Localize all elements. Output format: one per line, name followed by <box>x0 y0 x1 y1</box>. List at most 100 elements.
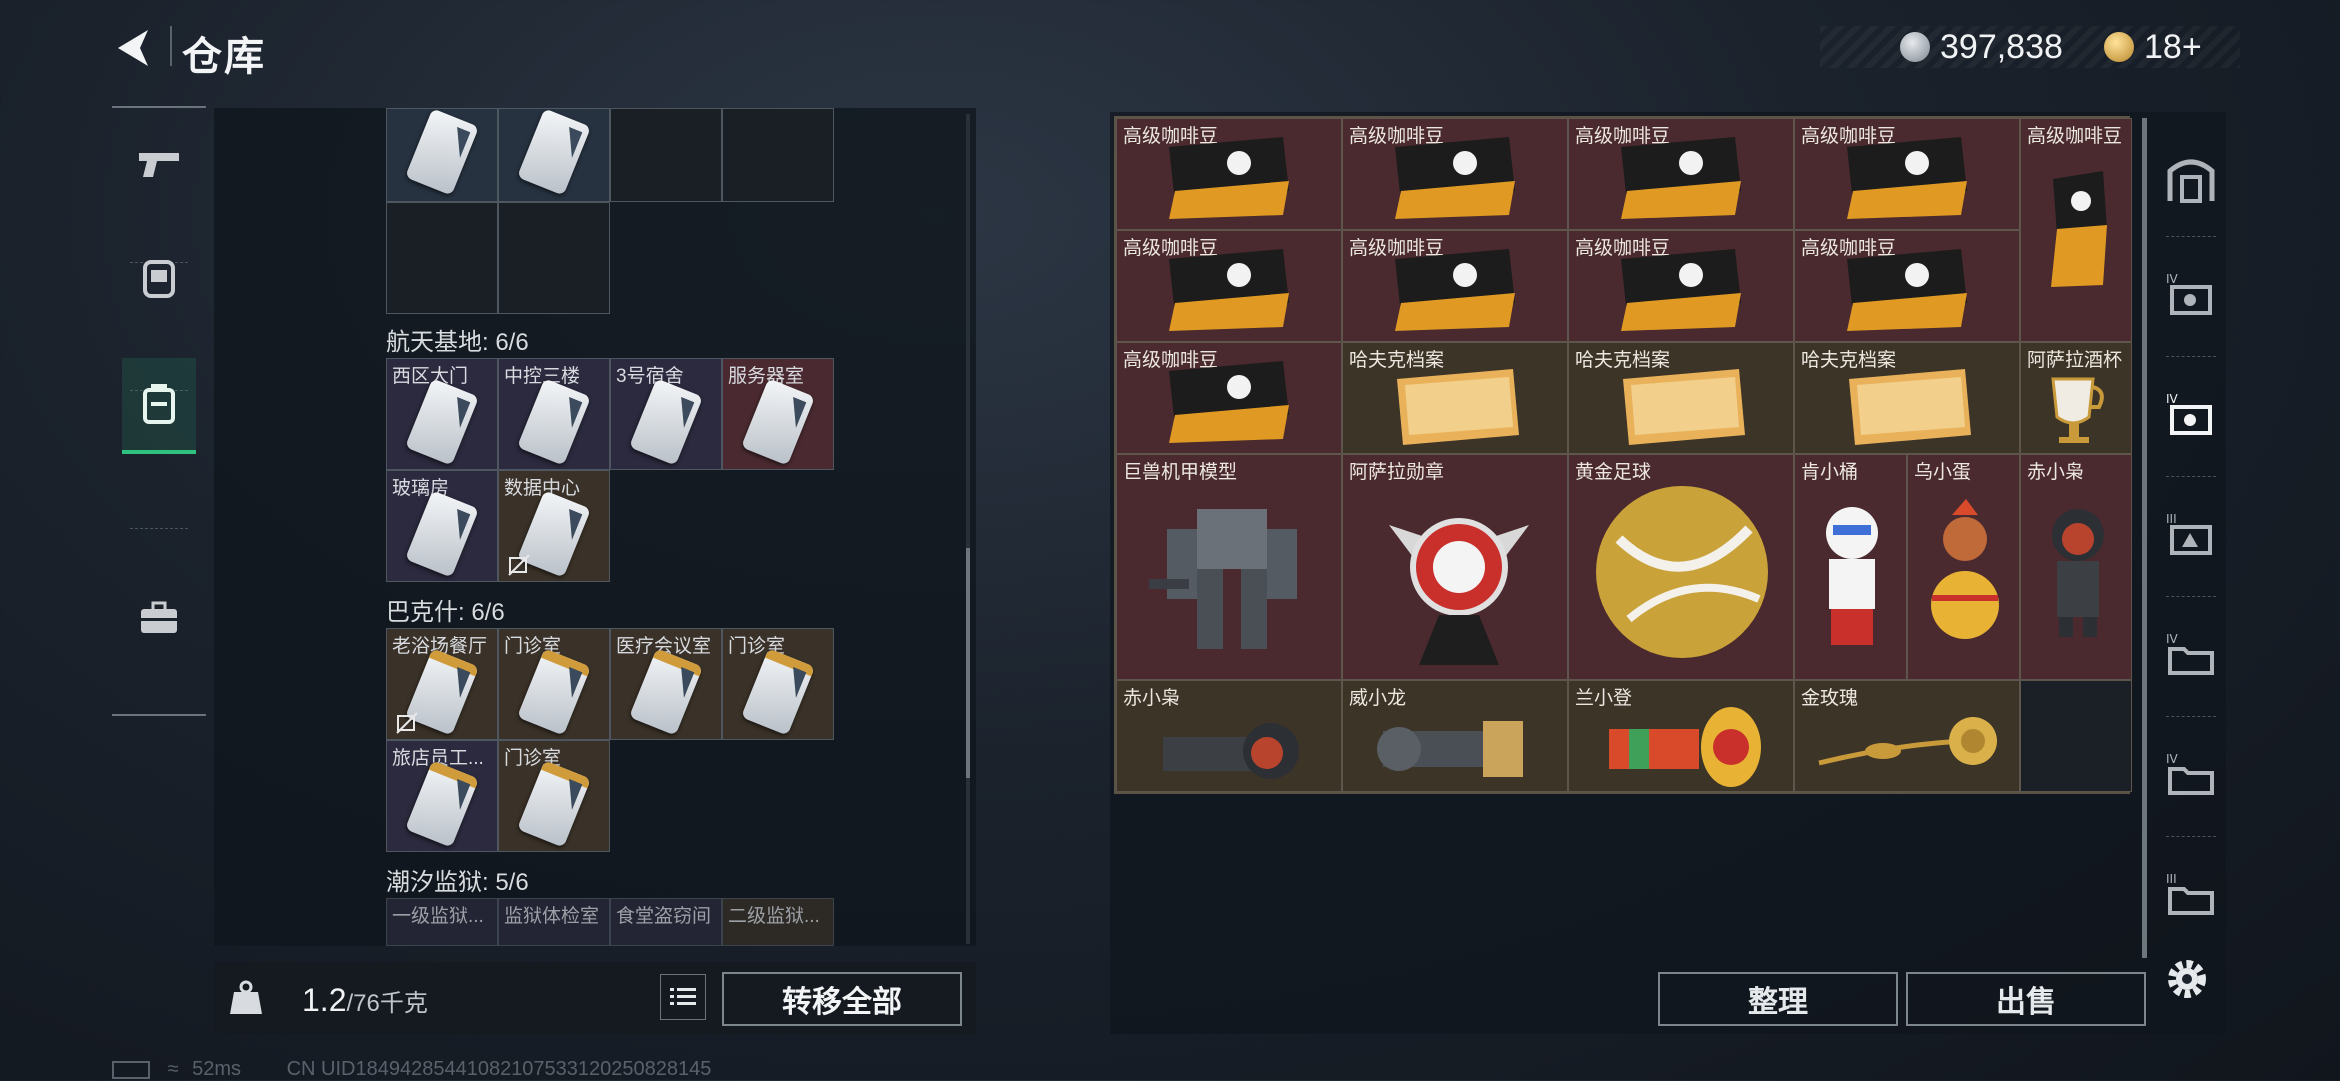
sidebar-item-armor[interactable] <box>122 232 196 324</box>
keycard-slot[interactable]: 老浴场餐厅 <box>386 628 498 740</box>
inventory-item[interactable]: 赤小枭 <box>2020 454 2132 680</box>
gear-icon <box>2168 960 2206 998</box>
section-title: 潮汐监狱: 5/6 <box>386 869 529 896</box>
inventory-grid[interactable]: 高级咖啡豆 高级咖啡豆 高级咖啡豆 高级咖啡豆 高级咖啡豆 高级咖啡豆 高级咖啡… <box>1114 116 2132 794</box>
svg-text:IV: IV <box>2166 632 2179 646</box>
grid-slot[interactable] <box>2020 680 2132 792</box>
figurine-icon <box>1931 499 1999 639</box>
keycard-slot[interactable]: 医疗会议室 <box>610 628 722 740</box>
sell-button[interactable]: 出售 <box>1906 972 2146 1026</box>
inventory-item[interactable]: 高级咖啡豆 <box>2020 118 2132 342</box>
grid-slot[interactable] <box>386 202 498 314</box>
inventory-item[interactable]: 巨兽机甲模型 <box>1116 454 1342 680</box>
keycard-slot[interactable]: 二级监狱... <box>722 898 834 946</box>
tab-folder-iv-b[interactable]: IV <box>2156 732 2226 816</box>
keycard-slot[interactable]: 西区大门 <box>386 358 498 470</box>
grid-slot[interactable] <box>498 108 610 202</box>
keycard-slot[interactable]: 中控三楼 <box>498 358 610 470</box>
inventory-item[interactable]: 哈夫克档案 <box>1794 342 2020 454</box>
coffee-bag-tall-icon <box>2051 171 2107 287</box>
folder-icon: IV <box>2166 752 2214 795</box>
inventory-item[interactable]: 乌小蛋 <box>1907 454 2020 680</box>
briefcase-icon <box>141 601 177 633</box>
keycard-slot[interactable]: 门诊室 <box>498 628 610 740</box>
keycard-slot[interactable]: 玻璃房 <box>386 470 498 582</box>
inventory-item[interactable]: 高级咖啡豆 <box>1116 230 1342 342</box>
inventory-item[interactable]: 兰小登 <box>1568 680 1794 792</box>
tab-storage-iii[interactable]: III <box>2156 492 2226 576</box>
inventory-item[interactable]: 高级咖啡豆 <box>1794 230 2020 342</box>
left-scrollbar-track[interactable] <box>966 114 970 944</box>
grid-slot[interactable] <box>498 202 610 314</box>
currency-gold-value: 18+ <box>2144 28 2202 66</box>
left-scrollbar-thumb[interactable] <box>966 548 970 778</box>
inventory-item[interactable]: 哈夫克档案 <box>1342 342 1568 454</box>
document-folder-icon <box>1397 369 1519 445</box>
sidebar-item-backpack[interactable] <box>122 358 196 454</box>
sort-button[interactable]: 整理 <box>1658 972 1898 1026</box>
pistol-icon <box>139 153 179 177</box>
svg-text:IV: IV <box>2166 752 2179 766</box>
settings-button[interactable] <box>2160 952 2214 1006</box>
keycard-slot[interactable]: 门诊室 <box>722 628 834 740</box>
coffee-bag-icon <box>1395 137 1515 219</box>
folder-icon: IV <box>2166 632 2214 675</box>
weight-icon <box>226 978 266 1018</box>
inventory-item[interactable]: 阿萨拉酒杯 <box>2020 342 2132 454</box>
back-button[interactable] <box>112 26 156 70</box>
inventory-item[interactable]: 肯小桶 <box>1794 454 1907 680</box>
keycard-slot[interactable]: 食堂盗窃间 <box>610 898 722 946</box>
inventory-item[interactable]: 高级咖啡豆 <box>1116 118 1342 230</box>
backpack-icon <box>143 384 175 424</box>
keycard-slot[interactable]: 服务器室 <box>722 358 834 470</box>
status-bar: ≈ 52ms CN UID184942854410821075331202508… <box>112 1058 711 1081</box>
wifi-icon: ≈ <box>167 1058 179 1080</box>
inventory-item[interactable]: 高级咖啡豆 <box>1794 118 2020 230</box>
weight-max: /76千克 <box>346 990 428 1017</box>
list-view-button[interactable] <box>660 974 706 1020</box>
keycard-slot[interactable]: 旅店员工... <box>386 740 498 852</box>
keycard-slot[interactable]: 3号宿舍 <box>610 358 722 470</box>
tab-folder-iv-a[interactable]: IV <box>2156 612 2226 696</box>
keycard-slot[interactable]: 监狱体检室 <box>498 898 610 946</box>
wine-cup-icon <box>2051 377 2104 443</box>
keycard-slot[interactable]: 数据中心 <box>498 470 610 582</box>
inventory-item[interactable]: 高级咖啡豆 <box>1568 118 1794 230</box>
no-transfer-icon <box>508 554 530 576</box>
armor-icon <box>143 260 175 298</box>
coffee-bag-icon <box>1621 249 1741 331</box>
document-folder-icon <box>1623 369 1745 445</box>
grid-slot[interactable] <box>722 108 834 202</box>
section-title: 巴克什: 6/6 <box>386 599 505 626</box>
inventory-item[interactable]: 高级咖啡豆 <box>1342 230 1568 342</box>
keycard-slot[interactable]: 门诊室 <box>498 740 610 852</box>
inventory-item[interactable]: 哈夫克档案 <box>1568 342 1794 454</box>
coffee-bag-icon <box>1169 137 1289 219</box>
inventory-item[interactable]: 赤小枭 <box>1116 680 1342 792</box>
grid-slot[interactable] <box>610 108 722 202</box>
inventory-item[interactable]: 高级咖啡豆 <box>1568 230 1794 342</box>
inventory-item[interactable]: 威小龙 <box>1342 680 1568 792</box>
tab-storage-iv-a[interactable]: IV <box>2156 252 2226 336</box>
keycard-slot[interactable]: 一级监狱... <box>386 898 498 946</box>
inventory-item[interactable]: 黄金足球 <box>1568 454 1794 680</box>
tab-all-items[interactable] <box>2156 138 2226 222</box>
inventory-item[interactable]: 高级咖啡豆 <box>1116 342 1342 454</box>
grid-slot[interactable] <box>386 108 498 202</box>
svg-text:IV: IV <box>2166 272 2179 286</box>
tab-storage-iv-b[interactable]: IV <box>2156 372 2226 456</box>
sidebar-item-weapons[interactable] <box>122 118 196 210</box>
inventory-item[interactable]: 金玫瑰 <box>1794 680 2020 792</box>
right-scrollbar[interactable] <box>2142 118 2147 958</box>
transfer-all-button[interactable]: 转移全部 <box>722 972 962 1026</box>
tab-folder-iii[interactable]: III <box>2156 852 2226 936</box>
coffee-bag-icon <box>1169 361 1289 443</box>
inventory-item[interactable]: 高级咖啡豆 <box>1342 118 1568 230</box>
page-title: 仓库 <box>182 35 266 79</box>
sidebar-item-briefcase[interactable] <box>122 572 196 664</box>
inventory-item[interactable]: 阿萨拉勋章 <box>1342 454 1568 680</box>
medal-icon <box>1389 518 1529 665</box>
keycard-storage-panel[interactable]: 航天基地: 6/6 西区大门 中控三楼 3号宿舍 服务器室 玻璃房 数据中心 巴… <box>214 108 976 946</box>
currency-bar: 397,838 18+ <box>1820 26 2240 68</box>
storage-box-icon: IV <box>2166 392 2212 435</box>
